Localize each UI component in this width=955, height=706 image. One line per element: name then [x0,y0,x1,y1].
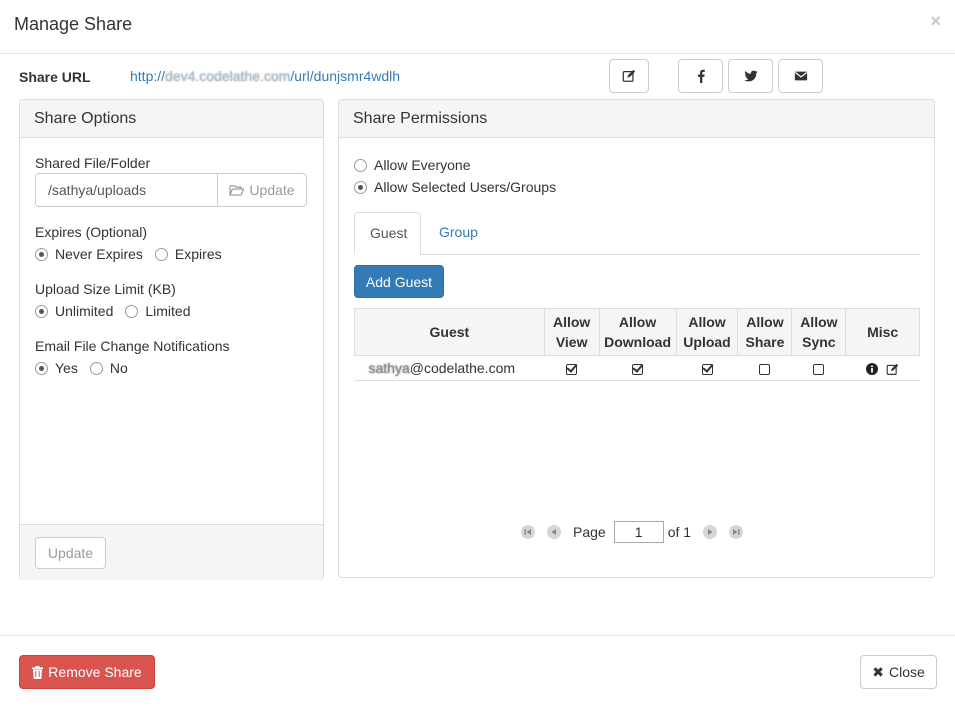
close-x-icon: ✖ [872,663,884,680]
last-page-icon[interactable] [729,525,744,539]
modal-footer-divider [0,635,955,636]
remove-share-button[interactable]: Remove Share [19,655,155,689]
column-header-allow-download[interactable]: Allow Download [598,308,677,356]
share-options-panel: Share Options Shared File/Folder Update … [19,99,324,580]
path-update-button[interactable]: Update [217,173,307,207]
notifications-label: Email File Change Notifications [35,338,230,354]
notifications-radio-group: Yes No [35,360,140,376]
guest-permissions-table: Guest Allow View Allow Download Allow Up… [354,308,920,381]
share-url-prefix: http:// [130,68,166,84]
notify-yes-label: Yes [55,360,78,376]
page-number-input[interactable] [613,521,664,543]
share-options-footer: Update [20,524,323,580]
folder-open-icon [229,185,245,196]
path-update-label: Update [249,182,295,198]
edit-icon [622,69,636,82]
share-facebook-button[interactable] [678,59,723,93]
never-expires-label: Never Expires [55,246,143,262]
edit-share-url-button[interactable] [609,59,649,93]
upload-limit-radio-group: Unlimited Limited [35,303,203,319]
allow-upload-checkbox[interactable] [701,363,713,375]
tab-group[interactable]: Group [424,212,493,255]
allow-share-checkbox[interactable] [759,363,771,375]
allow-selected-radio[interactable] [354,180,367,194]
pager-total-label: of 1 [667,524,692,540]
column-header-guest[interactable]: Guest [354,308,545,356]
unlimited-radio[interactable] [35,304,48,318]
limited-radio[interactable] [125,304,139,318]
close-button-label: Close [888,664,925,680]
expires-radio-group: Never Expires Expires [35,246,234,262]
modal-header: Manage Share × [0,0,955,54]
permissions-tabs: Guest Group [354,212,920,255]
allow-everyone-option: Allow Everyone [354,157,483,173]
share-url-link[interactable]: http://dev4.codelathe.com/url/dunjsmr4wd… [130,68,400,84]
close-button[interactable]: ✖ Close [860,655,937,689]
add-guest-button[interactable]: Add Guest [354,265,444,298]
next-page-icon[interactable] [703,525,718,539]
limited-label: Limited [145,303,191,319]
table-row: sathya@codelathe.com [354,355,920,381]
tab-guest[interactable]: Guest [354,212,421,255]
facebook-icon [697,69,705,83]
expires-label: Expires (Optional) [35,224,148,240]
unlimited-label: Unlimited [55,303,114,319]
pager-page-label: Page [573,524,606,540]
share-url-redacted: dev4.codelathe.com [165,68,291,84]
allow-everyone-label: Allow Everyone [374,157,471,173]
first-page-icon[interactable] [521,525,535,539]
share-twitter-button[interactable] [728,59,773,93]
guest-email-redacted: sathya [368,360,410,376]
column-header-allow-upload[interactable]: Allow Upload [675,308,739,356]
column-header-allow-share[interactable]: Allow Share [737,308,793,356]
shared-path-label: Shared File/Folder [35,155,151,171]
share-permissions-heading: Share Permissions [339,100,934,138]
twitter-icon [743,70,758,82]
guest-email-domain: @codelathe.com [409,360,516,376]
never-expires-radio[interactable] [35,247,48,261]
shared-path-input[interactable] [35,173,218,207]
allow-sync-checkbox[interactable] [813,363,825,375]
share-permissions-panel: Share Permissions Allow Everyone Allow S… [338,99,935,578]
share-options-heading: Share Options [20,100,323,138]
edit-icon[interactable] [886,363,899,376]
expires-radio[interactable] [154,247,168,261]
allow-view-checkbox[interactable] [566,363,578,375]
remove-share-label: Remove Share [48,664,142,680]
table-pager: Page of 1 [521,520,755,544]
notify-no-radio[interactable] [89,361,103,375]
column-header-allow-view[interactable]: Allow View [543,308,600,356]
guest-email: sathya@codelathe.com [354,355,545,381]
expires-option-label: Expires [174,246,222,262]
email-icon [794,71,807,81]
update-options-button[interactable]: Update [35,537,106,569]
modal-close-icon[interactable]: × [930,11,941,32]
column-header-allow-sync[interactable]: Allow Sync [791,308,847,356]
share-url-label: Share URL [19,69,91,85]
trash-icon [32,665,44,679]
modal-title: Manage Share [14,14,133,34]
table-header-row: Guest Allow View Allow Download Allow Up… [354,308,920,356]
upload-limit-label: Upload Size Limit (KB) [35,281,176,297]
allow-everyone-radio[interactable] [354,158,367,172]
allow-selected-option: Allow Selected Users/Groups [354,179,568,195]
misc-actions [866,363,899,376]
notify-no-label: No [109,360,128,376]
allow-selected-label: Allow Selected Users/Groups [374,179,557,195]
allow-download-checkbox[interactable] [632,363,644,375]
info-icon[interactable] [866,363,879,376]
notify-yes-radio[interactable] [35,361,48,375]
share-email-button[interactable] [778,59,823,93]
share-url-suffix: /url/dunjsmr4wdlh [290,68,401,84]
column-header-misc: Misc [845,308,920,356]
prev-page-icon[interactable] [547,525,561,539]
